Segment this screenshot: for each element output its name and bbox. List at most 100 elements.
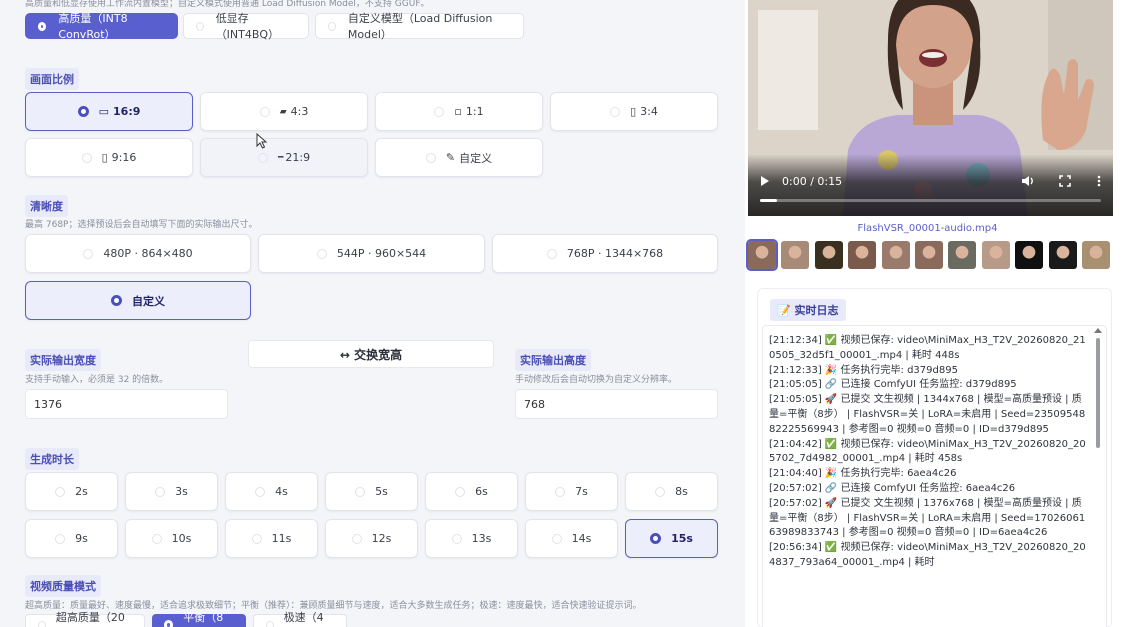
aspect-option-custom[interactable]: ✎ 自定义: [375, 138, 543, 177]
log-line: [21:04:42] ✅ 视频已保存: video\MiniMax_H3_T2V…: [769, 438, 1086, 465]
ratio-icon: ━: [277, 152, 284, 163]
video-controls: 0:00 / 0:15: [748, 154, 1113, 216]
radio-icon: [55, 486, 66, 497]
duration-option-3s[interactable]: 3s: [125, 472, 218, 511]
option-label: 11s: [271, 532, 292, 545]
thumbnail[interactable]: [881, 241, 910, 269]
width-input[interactable]: 1376: [25, 389, 228, 419]
log-textarea[interactable]: [21:12:34] ✅ 视频已保存: video\MiniMax_H3_T2V…: [762, 325, 1107, 627]
log-line: [20:57:02] 🚀 已提交 文生视频 | 1376x768 | 模型=高质…: [769, 497, 1086, 539]
volume-icon[interactable]: [1021, 175, 1035, 187]
resolution-option-custom[interactable]: 自定义: [25, 281, 251, 320]
log-line: [21:05:05] 🔗 已连接 ComfyUI 任务监控: d379d895: [769, 379, 1017, 391]
radio-icon: [155, 486, 166, 497]
resolution-option-544p[interactable]: 544P · 960×544: [258, 234, 485, 273]
settings-panel: 高质量和低显存使用工作流内置模型；自定义模式使用普通 Load Diffusio…: [0, 0, 745, 627]
aspect-option-16-9[interactable]: ▭ 16:9: [25, 92, 193, 131]
option-label: 1:1: [465, 105, 484, 118]
radio-icon: [328, 21, 336, 31]
aspect-option-21-9[interactable]: ━ 21:9: [200, 138, 368, 177]
ratio-icon: ▰: [279, 106, 287, 117]
aspect-option-4-3[interactable]: ▰ 4:3: [200, 92, 368, 131]
width-label: 实际输出宽度: [25, 349, 101, 371]
log-scrollbar[interactable]: [1096, 338, 1100, 448]
aspect-option-1-1[interactable]: ▫ 1:1: [375, 92, 543, 131]
resolution-label: 清晰度: [25, 195, 68, 217]
resolution-option-480p[interactable]: 480P · 864×480: [25, 234, 251, 273]
duration-option-6s[interactable]: 6s: [425, 472, 518, 511]
log-line: [21:12:34] ✅ 视频已保存: video\MiniMax_H3_T2V…: [769, 335, 1086, 361]
option-label: 4s: [275, 485, 288, 498]
model-low-vram-button[interactable]: 低显存（INT4BQ）: [183, 12, 309, 41]
log-text: [21:12:34] ✅ 视频已保存: video\MiniMax_H3_T2V…: [769, 334, 1091, 571]
radio-icon: [355, 486, 366, 497]
radio-icon: [151, 533, 162, 544]
scroll-up-arrow-icon[interactable]: [1094, 328, 1102, 333]
radio-icon: [351, 533, 362, 544]
fullscreen-icon[interactable]: [1059, 175, 1071, 187]
radio-icon: [83, 248, 94, 259]
model-high-quality-button[interactable]: 高质量（INT8 ConvRot）: [25, 12, 178, 41]
option-label: 自定义: [132, 294, 165, 308]
thumbnail[interactable]: [814, 241, 843, 269]
duration-option-10s[interactable]: 10s: [125, 519, 218, 558]
aspect-option-3-4[interactable]: ▯ 3:4: [550, 92, 718, 131]
height-input[interactable]: 768: [515, 389, 718, 419]
thumbnail[interactable]: [746, 239, 778, 271]
radio-icon: [251, 533, 262, 544]
preview-panel: 0:00 / 0:15 FlashVSR_00001-audio.mp4 📝 实…: [745, 0, 1135, 627]
thumbnail[interactable]: [1048, 241, 1077, 269]
thumbnail[interactable]: [981, 241, 1010, 269]
option-label: 3s: [175, 485, 188, 498]
option-label: 14s: [571, 532, 592, 545]
duration-option-7s[interactable]: 7s: [525, 472, 618, 511]
aspect-option-9-16[interactable]: ▯ 9:16: [25, 138, 193, 177]
duration-option-13s[interactable]: 13s: [425, 519, 518, 558]
quality-option-ultra[interactable]: 超高质量（20步）: [25, 611, 145, 627]
radio-icon: [546, 248, 557, 259]
duration-option-8s[interactable]: 8s: [625, 472, 718, 511]
radio-icon: [434, 106, 445, 117]
resolution-option-768p[interactable]: 768P · 1344×768: [492, 234, 718, 273]
duration-option-2s[interactable]: 2s: [25, 472, 118, 511]
video-player[interactable]: 0:00 / 0:15: [748, 0, 1113, 216]
option-label: 544P · 960×544: [336, 247, 427, 260]
duration-option-14s[interactable]: 14s: [525, 519, 618, 558]
thumbnail[interactable]: [948, 241, 977, 269]
thumbnail[interactable]: [1015, 241, 1044, 269]
duration-option-11s[interactable]: 11s: [225, 519, 318, 558]
quality-option-balanced[interactable]: 平衡（8步）: [152, 611, 246, 627]
duration-label: 生成时长: [25, 448, 79, 470]
duration-option-12s[interactable]: 12s: [325, 519, 418, 558]
option-label: 10s: [171, 532, 192, 545]
option-label: 超高质量（20步）: [55, 611, 125, 624]
option-label: 7s: [575, 485, 588, 498]
quality-option-fast[interactable]: 极速（4步）: [253, 611, 347, 627]
duration-option-9s[interactable]: 9s: [25, 519, 118, 558]
play-icon[interactable]: [760, 175, 770, 187]
thumbnail[interactable]: [781, 241, 810, 269]
ratio-icon: ▭: [98, 105, 110, 118]
more-options-icon[interactable]: [1097, 175, 1101, 187]
radio-icon: [650, 533, 662, 544]
model-custom-button[interactable]: 自定义模型（Load Diffusion Model）: [315, 12, 524, 41]
thumbnail[interactable]: [1081, 241, 1110, 269]
radio-icon: [451, 533, 462, 544]
video-file-name[interactable]: FlashVSR_00001-audio.mp4: [745, 223, 1110, 234]
thumbnail[interactable]: [848, 241, 877, 269]
duration-option-15s[interactable]: 15s: [625, 519, 718, 558]
video-progress-track[interactable]: [760, 199, 1101, 202]
swap-dimensions-button[interactable]: ↔ 交换宽高: [248, 340, 494, 368]
radio-icon: [425, 152, 436, 163]
aspect-ratio-label: 画面比例: [25, 68, 79, 90]
duration-option-5s[interactable]: 5s: [325, 472, 418, 511]
model-hint: 高质量和低显存使用工作流内置模型；自定义模式使用普通 Load Diffusio…: [25, 0, 430, 9]
controls-row: 0:00 / 0:15: [760, 174, 1101, 188]
option-label: 2s: [75, 485, 88, 498]
duration-option-4s[interactable]: 4s: [225, 472, 318, 511]
log-panel: 📝 实时日志 [21:12:34] ✅ 视频已保存: video\MiniMax…: [757, 288, 1112, 627]
option-label: 16:9: [113, 105, 141, 118]
mouse-cursor-icon: [256, 133, 268, 149]
thumbnail[interactable]: [914, 241, 943, 269]
radio-icon: [259, 106, 270, 117]
